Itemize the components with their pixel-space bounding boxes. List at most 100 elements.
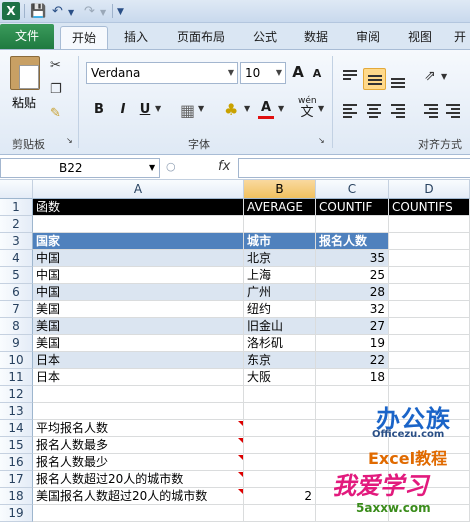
cell-a11[interactable]: 日本 xyxy=(33,369,244,386)
row-header[interactable]: 5 xyxy=(0,267,33,284)
orientation-icon[interactable]: ⇗ xyxy=(424,68,436,84)
insert-function-icon[interactable]: fx xyxy=(218,159,230,174)
cell-d4[interactable] xyxy=(389,250,470,267)
cell-b7[interactable]: 纽约 xyxy=(244,301,316,318)
resize-handle-icon[interactable]: ○ xyxy=(166,160,176,173)
cell-b9[interactable]: 洛杉矶 xyxy=(244,335,316,352)
cell-a4[interactable]: 中国 xyxy=(33,250,244,267)
font-color-button[interactable]: A xyxy=(258,98,274,119)
row-header[interactable]: 8 xyxy=(0,318,33,335)
cell-a19[interactable] xyxy=(33,505,244,522)
tab-home[interactable]: 开始 xyxy=(60,26,108,49)
underline-button[interactable]: U xyxy=(136,100,154,122)
save-icon[interactable]: 💾 xyxy=(30,4,46,19)
align-left-icon[interactable] xyxy=(343,102,357,120)
row-header[interactable]: 6 xyxy=(0,284,33,301)
cell-a5[interactable]: 中国 xyxy=(33,267,244,284)
cell-b18[interactable]: 2 xyxy=(244,488,316,505)
comment-indicator[interactable] xyxy=(238,455,243,460)
row-header[interactable]: 11 xyxy=(0,369,33,386)
row-header[interactable]: 17 xyxy=(0,471,33,488)
cell-b3[interactable]: 城市 xyxy=(244,233,316,250)
formula-input[interactable] xyxy=(238,158,470,178)
row-header[interactable]: 2 xyxy=(0,216,33,233)
chevron-down-icon[interactable]: ▼ xyxy=(198,104,204,113)
borders-icon[interactable]: ▦ xyxy=(180,101,195,120)
cell-c7[interactable]: 32 xyxy=(316,301,389,318)
cell-c6[interactable]: 28 xyxy=(316,284,389,301)
cell-c11[interactable]: 18 xyxy=(316,369,389,386)
cell-a17[interactable]: 报名人数超过20人的城市数 xyxy=(33,471,244,488)
bold-button[interactable]: B xyxy=(90,100,108,122)
chevron-down-icon[interactable]: ▼ xyxy=(278,104,284,113)
row-header[interactable]: 13 xyxy=(0,403,33,420)
tab-formulas[interactable]: 公式 xyxy=(245,26,285,49)
fill-color-icon[interactable]: ♣ xyxy=(224,100,238,119)
cell-a12[interactable] xyxy=(33,386,244,403)
row-header[interactable]: 16 xyxy=(0,454,33,471)
row-header[interactable]: 18 xyxy=(0,488,33,505)
comment-indicator[interactable] xyxy=(238,472,243,477)
cell-b14[interactable] xyxy=(244,420,316,437)
row-header[interactable]: 4 xyxy=(0,250,33,267)
cell-c8[interactable]: 27 xyxy=(316,318,389,335)
name-box[interactable]: B22 ▼ xyxy=(0,158,160,178)
select-all-corner[interactable] xyxy=(0,180,33,199)
grow-font-button[interactable]: A xyxy=(290,62,306,84)
cell-a9[interactable]: 美国 xyxy=(33,335,244,352)
cell-d6[interactable] xyxy=(389,284,470,301)
align-bottom-icon[interactable] xyxy=(391,76,405,90)
cell-a1[interactable]: 函数 xyxy=(33,199,244,216)
cell-b6[interactable]: 广州 xyxy=(244,284,316,301)
format-painter-icon[interactable]: ✎ xyxy=(50,106,61,121)
paste-button-label[interactable]: 粘贴 xyxy=(12,94,36,111)
cell-a15[interactable]: 报名人数最多 xyxy=(33,437,244,454)
cell-a13[interactable] xyxy=(33,403,244,420)
font-launcher-icon[interactable]: ↘ xyxy=(318,136,325,145)
row-header[interactable]: 10 xyxy=(0,352,33,369)
tab-page-layout[interactable]: 页面布局 xyxy=(168,26,234,49)
cell-d5[interactable] xyxy=(389,267,470,284)
cell-d11[interactable] xyxy=(389,369,470,386)
chevron-down-icon[interactable]: ▼ xyxy=(441,72,447,81)
row-header[interactable]: 14 xyxy=(0,420,33,437)
cell-a14[interactable]: 平均报名人数 xyxy=(33,420,244,437)
cell-a16[interactable]: 报名人数最少 xyxy=(33,454,244,471)
cell-c9[interactable]: 19 xyxy=(316,335,389,352)
tab-developer[interactable]: 开 xyxy=(450,26,470,49)
align-middle-button[interactable] xyxy=(363,68,386,90)
row-header[interactable]: 3 xyxy=(0,233,33,250)
cell-a3[interactable]: 国家 xyxy=(33,233,244,250)
chevron-down-icon[interactable]: ▼ xyxy=(318,104,324,113)
undo-dropdown-icon[interactable]: ▼ xyxy=(68,8,74,17)
cell-d7[interactable] xyxy=(389,301,470,318)
customize-qat-icon[interactable]: ▼ xyxy=(117,7,124,17)
comment-indicator[interactable] xyxy=(238,438,243,443)
row-header[interactable]: 19 xyxy=(0,505,33,522)
cell-a10[interactable]: 日本 xyxy=(33,352,244,369)
column-header-d[interactable]: D xyxy=(389,180,470,199)
copy-icon[interactable]: ❐ xyxy=(50,82,62,97)
row-header[interactable]: 7 xyxy=(0,301,33,318)
cell-b11[interactable]: 大阪 xyxy=(244,369,316,386)
cell-b1[interactable]: AVERAGE xyxy=(244,199,316,216)
chevron-down-icon[interactable]: ▼ xyxy=(155,104,161,113)
redo-dropdown-icon[interactable]: ▼ xyxy=(100,8,106,17)
font-name-select[interactable]: Verdana ▼ xyxy=(86,62,238,84)
cell-a18[interactable]: 美国报名人数超过20人的城市数 xyxy=(33,488,244,505)
cell-c3[interactable]: 报名人数 xyxy=(316,233,389,250)
cell-a7[interactable]: 美国 xyxy=(33,301,244,318)
cell-a8[interactable]: 美国 xyxy=(33,318,244,335)
increase-indent-icon[interactable] xyxy=(446,102,460,120)
align-center-icon[interactable] xyxy=(367,102,381,120)
italic-button[interactable]: I xyxy=(114,100,132,122)
clipboard-launcher-icon[interactable]: ↘ xyxy=(66,136,73,145)
cell-a6[interactable]: 中国 xyxy=(33,284,244,301)
row-header[interactable]: 1 xyxy=(0,199,33,216)
cell-c4[interactable]: 35 xyxy=(316,250,389,267)
cell-b13[interactable] xyxy=(244,403,316,420)
cell-b2[interactable] xyxy=(244,216,316,233)
cut-icon[interactable]: ✂ xyxy=(50,58,61,73)
cell-d2[interactable] xyxy=(389,216,470,233)
row-header[interactable]: 9 xyxy=(0,335,33,352)
